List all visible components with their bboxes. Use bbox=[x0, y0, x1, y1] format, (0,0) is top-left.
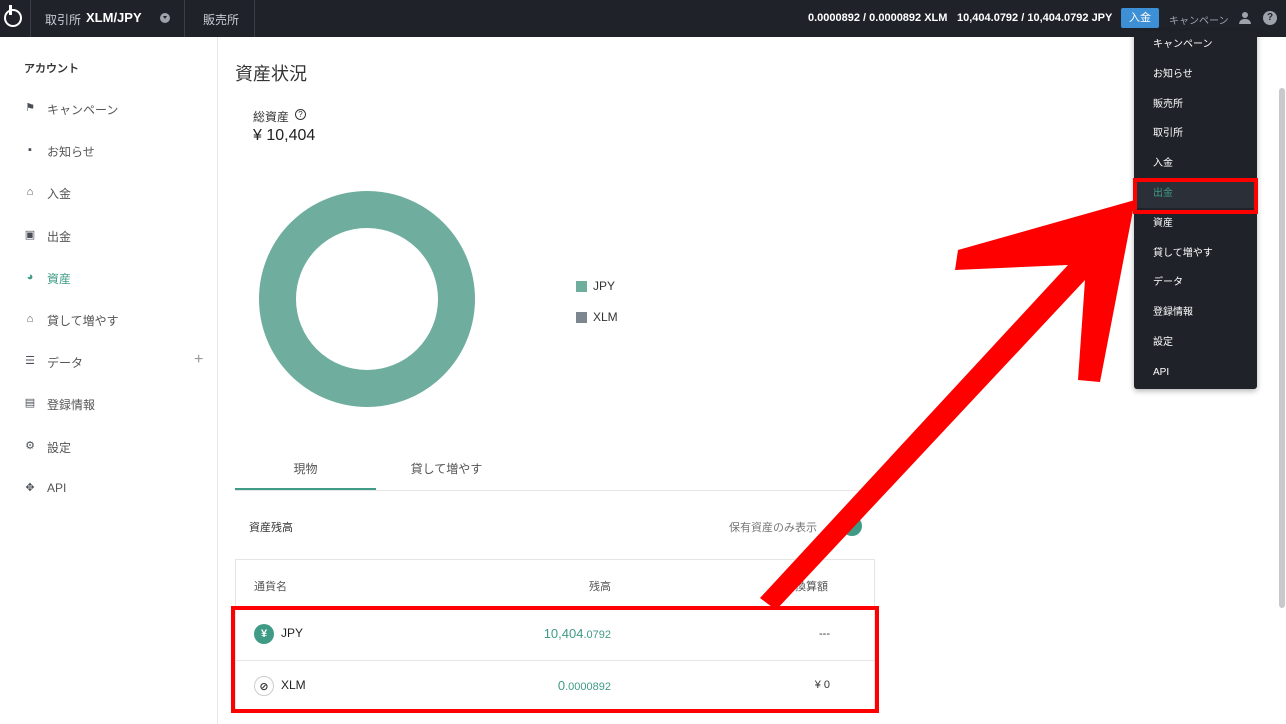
total-assets-label: 総資産 bbox=[253, 110, 290, 124]
sidebar-item-label: 登録情報 bbox=[47, 398, 96, 412]
sidebar-title: アカウント bbox=[24, 63, 79, 75]
legend-label: XLM bbox=[593, 310, 618, 324]
dropdown-item-lending[interactable]: 貸して増やす bbox=[1134, 240, 1257, 268]
sidebar-item-label: 資産 bbox=[47, 272, 72, 286]
divider bbox=[30, 0, 31, 37]
asset-donut-chart bbox=[259, 191, 475, 407]
sidebar-item-label: お知らせ bbox=[47, 145, 95, 159]
expand-plus-icon[interactable]: + bbox=[194, 351, 203, 369]
xlm-rate: 0.0000892 / 0.0000892 XLM bbox=[808, 12, 948, 24]
bank-icon: ⌂ bbox=[26, 313, 34, 325]
jpy-rate: 10,404.0792 / 10,404.0792 JPY bbox=[957, 12, 1113, 24]
chevron-down-icon[interactable] bbox=[160, 13, 170, 23]
highlight-box-balances bbox=[231, 606, 879, 713]
sidebar-item-registration[interactable]: ▤ 登録情報 bbox=[24, 394, 204, 414]
column-header-balance: 残高 bbox=[589, 581, 611, 593]
legend-swatch-jpy bbox=[576, 281, 587, 292]
sidebar-item-lending[interactable]: ⌂ 貸して増やす bbox=[24, 310, 204, 330]
dropdown-item-registration[interactable]: 登録情報 bbox=[1134, 299, 1257, 327]
user-icon[interactable] bbox=[1238, 11, 1252, 25]
highlight-box-withdraw bbox=[1133, 178, 1258, 214]
divider bbox=[254, 0, 255, 37]
move-icon: ✥ bbox=[25, 482, 35, 494]
sidebar-item-label: API bbox=[47, 481, 67, 495]
sidebar-item-api[interactable]: ✥ API bbox=[24, 479, 204, 499]
wallet-icon: ▣ bbox=[24, 229, 36, 241]
question-icon[interactable]: ? bbox=[295, 109, 306, 120]
top-navigation-bar: 取引所 XLM/JPY 販売所 0.0000892 / 0.0000892 XL… bbox=[0, 0, 1286, 37]
scrollbar[interactable] bbox=[1279, 88, 1285, 608]
holdings-only-label: 保有資産のみ表示 bbox=[729, 522, 817, 534]
sidebar-item-withdraw[interactable]: ▣ 出金 bbox=[24, 226, 204, 246]
holdings-only-toggle[interactable] bbox=[842, 516, 862, 536]
sidebar-item-data[interactable]: ☰ データ + bbox=[24, 351, 204, 372]
page-title: 資産状況 bbox=[235, 64, 307, 84]
sidebar-item-label: データ bbox=[47, 356, 84, 370]
sidebar-item-label: 貸して増やす bbox=[47, 314, 119, 328]
sidebar-item-deposit[interactable]: ⌂ 入金 bbox=[24, 183, 204, 203]
dropdown-item-news[interactable]: お知らせ bbox=[1134, 61, 1257, 89]
sidebar-item-assets[interactable]: ◕ 資産 bbox=[24, 268, 204, 288]
tab-spot[interactable]: 現物 bbox=[235, 460, 376, 477]
sidebar-item-campaign[interactable]: ⚑ キャンペーン bbox=[24, 99, 204, 119]
active-tab-indicator bbox=[235, 488, 376, 490]
message-icon: ▪ bbox=[28, 144, 32, 156]
donut-slice-jpy bbox=[259, 191, 475, 407]
legend-swatch-xlm bbox=[576, 312, 587, 323]
tab-lending[interactable]: 貸して増やす bbox=[376, 460, 517, 477]
dropdown-item-store[interactable]: 販売所 bbox=[1134, 91, 1257, 119]
sidebar-item-label: 出金 bbox=[47, 230, 72, 244]
campaign-link[interactable]: キャンペーン bbox=[1169, 12, 1229, 27]
column-header-currency: 通貨名 bbox=[254, 581, 287, 593]
dropdown-item-campaign[interactable]: キャンペーン bbox=[1134, 31, 1257, 59]
sidebar: アカウント ⚑ キャンペーン ▪ お知らせ ⌂ 入金 ▣ 出金 ◕ 資産 ⌂ 貸… bbox=[0, 37, 218, 724]
bitbank-logo[interactable] bbox=[4, 5, 22, 27]
exchange-label[interactable]: 取引所 bbox=[45, 11, 81, 28]
red-arrow bbox=[760, 200, 1135, 610]
bank-icon: ⌂ bbox=[26, 186, 34, 198]
pair-selector[interactable]: XLM/JPY bbox=[86, 10, 142, 25]
legend-label: JPY bbox=[593, 279, 616, 293]
dropdown-item-settings[interactable]: 設定 bbox=[1134, 329, 1257, 357]
sidebar-item-label: キャンペーン bbox=[47, 103, 119, 117]
balance-section-title: 資産残高 bbox=[249, 522, 293, 534]
database-icon: ☰ bbox=[25, 355, 35, 367]
total-assets-value: ¥ 10,404 bbox=[253, 127, 316, 144]
pie-chart-icon: ◕ bbox=[26, 271, 34, 283]
deposit-button[interactable]: 入金 bbox=[1121, 8, 1159, 28]
flag-icon: ⚑ bbox=[25, 102, 35, 114]
help-icon[interactable]: ? bbox=[1263, 11, 1277, 25]
dropdown-item-data[interactable]: データ bbox=[1134, 269, 1257, 297]
sidebar-item-settings[interactable]: ⚙ 設定 bbox=[24, 437, 204, 457]
divider bbox=[184, 0, 185, 37]
dropdown-item-deposit[interactable]: 入金 bbox=[1134, 150, 1257, 178]
store-link[interactable]: 販売所 bbox=[203, 11, 239, 28]
column-header-jpy-value: 円換算額 bbox=[784, 581, 828, 593]
sidebar-item-label: 入金 bbox=[47, 187, 72, 201]
dropdown-item-exchange[interactable]: 取引所 bbox=[1134, 120, 1257, 148]
dropdown-item-api[interactable]: API bbox=[1134, 359, 1257, 387]
sidebar-item-news[interactable]: ▪ お知らせ bbox=[24, 141, 204, 161]
sidebar-item-label: 設定 bbox=[47, 441, 72, 455]
id-card-icon: ▤ bbox=[24, 397, 36, 409]
gear-icon: ⚙ bbox=[25, 440, 35, 452]
tab-divider bbox=[235, 490, 876, 491]
